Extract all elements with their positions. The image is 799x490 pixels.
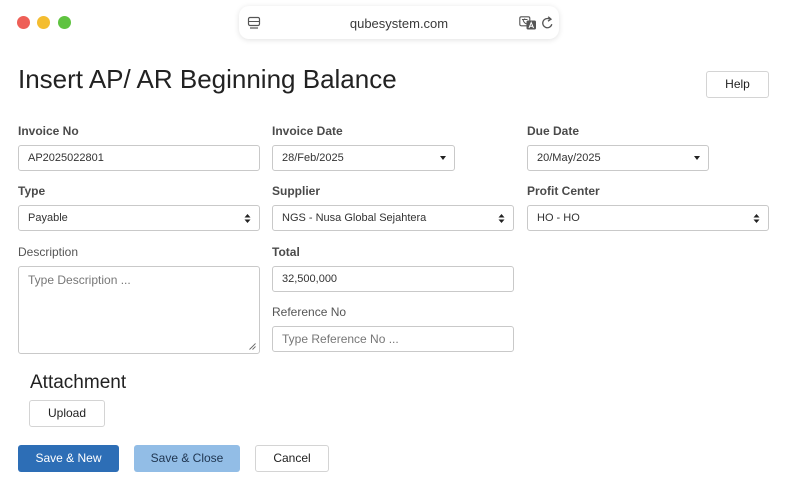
zoom-window-button[interactable] <box>58 16 71 29</box>
due-date-label: Due Date <box>527 124 580 138</box>
caret-down-icon <box>694 156 700 160</box>
title-bar: qubesystem.com <box>0 0 799 46</box>
select-arrows-icon <box>244 214 251 223</box>
supplier-label: Supplier <box>272 184 321 198</box>
due-date-value: 20/May/2025 <box>537 152 601 164</box>
invoice-date-value: 28/Feb/2025 <box>282 152 344 164</box>
close-window-button[interactable] <box>17 16 30 29</box>
page-title: Insert AP/ AR Beginning Balance <box>18 64 397 94</box>
reference-no-input[interactable]: Type Reference No ... <box>272 326 514 352</box>
select-arrows-icon <box>753 214 760 223</box>
save-new-button[interactable]: Save & New <box>18 445 119 472</box>
type-select[interactable]: Payable <box>18 205 260 231</box>
translate-icon[interactable] <box>519 16 537 30</box>
browser-window: qubesystem.com Insert AP/ AR Beginning B… <box>0 0 799 490</box>
minimize-window-button[interactable] <box>37 16 50 29</box>
description-label: Description <box>18 245 79 259</box>
total-label: Total <box>272 245 300 259</box>
description-textarea[interactable]: Type Description ... <box>18 266 260 354</box>
address-bar[interactable]: qubesystem.com <box>239 6 559 39</box>
cancel-button[interactable]: Cancel <box>255 445 329 472</box>
url-text[interactable]: qubesystem.com <box>239 16 559 31</box>
invoice-date-picker[interactable]: 28/Feb/2025 <box>272 145 455 171</box>
resize-handle-icon[interactable] <box>249 343 256 350</box>
type-value: Payable <box>28 212 68 224</box>
description-placeholder: Type Description ... <box>28 273 131 287</box>
caret-down-icon <box>440 156 446 160</box>
profit-center-value: HO - HO <box>537 212 580 224</box>
due-date-picker[interactable]: 20/May/2025 <box>527 145 709 171</box>
reload-icon[interactable] <box>541 16 554 30</box>
total-input[interactable]: 32,500,000 <box>272 266 514 292</box>
help-button[interactable]: Help <box>706 71 769 98</box>
profit-center-label: Profit Center <box>527 184 600 198</box>
invoice-date-label: Invoice Date <box>272 124 343 138</box>
type-label: Type <box>18 184 46 198</box>
select-arrows-icon <box>498 214 505 223</box>
attachment-title: Attachment <box>30 372 127 393</box>
save-close-button[interactable]: Save & Close <box>134 445 240 472</box>
invoice-no-label: Invoice No <box>18 124 79 138</box>
supplier-select[interactable]: NGS - Nusa Global Sejahtera <box>272 205 514 231</box>
invoice-no-input[interactable]: AP2025022801 <box>18 145 260 171</box>
profit-center-select[interactable]: HO - HO <box>527 205 769 231</box>
upload-button[interactable]: Upload <box>29 400 105 427</box>
reference-no-label: Reference No <box>272 305 347 319</box>
supplier-value: NGS - Nusa Global Sejahtera <box>282 212 427 224</box>
